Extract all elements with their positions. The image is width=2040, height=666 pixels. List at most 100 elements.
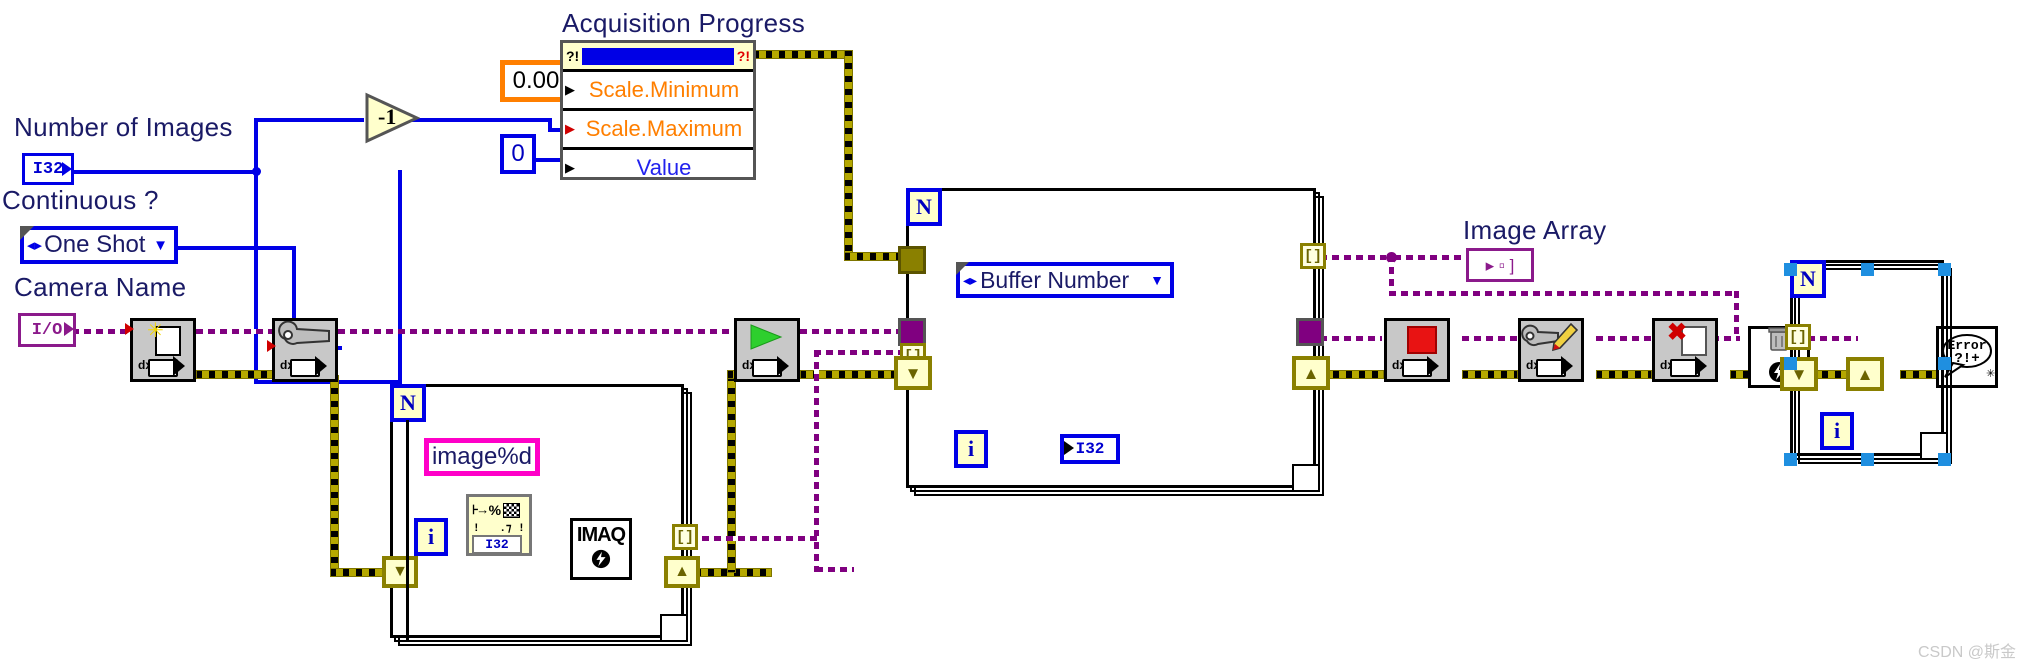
chevron-down-icon: ▼ [153, 236, 168, 254]
bottom-loop-count-terminal[interactable]: N [390, 384, 426, 422]
node-format-into-string[interactable]: ⊦→ % ! .⁊ ! I32 [466, 494, 532, 556]
label-image-array: Image Array [1463, 215, 1607, 245]
selection-handle-tm[interactable] [1861, 263, 1874, 276]
bottom-loop-tunnel-error-out[interactable]: ▲ [664, 556, 700, 588]
selection-handle-bm[interactable] [1861, 453, 1874, 466]
middle-loop-tunnel-error-in[interactable]: ▼ [894, 356, 932, 390]
property-row-scale-maximum[interactable]: ▶ Scale.Maximum [563, 111, 753, 150]
bottom-loop-array-brackets: [] [675, 528, 694, 546]
middle-loop-index-terminal[interactable]: i [954, 430, 988, 468]
right-loop-array-brackets: [] [1788, 328, 1807, 346]
property-value-label: Value [636, 155, 692, 180]
negate-label: -1 [378, 104, 397, 129]
label-acquisition-progress-property: Acquisition Progress [562, 8, 805, 38]
label-number-of-images: Number of Images [14, 112, 233, 142]
wire-num-images-v3 [398, 170, 402, 384]
number-of-images-type: I32 [32, 159, 64, 179]
right-loop-i-label: i [1833, 418, 1841, 443]
buffer-number-corner-flag [956, 262, 969, 275]
format-arg-type: I32 [472, 535, 522, 554]
bottom-for-loop[interactable] [390, 384, 684, 638]
wire-img-stop-uncfg [1462, 336, 1518, 341]
wire-error-bot-up [727, 375, 736, 573]
control-continuous[interactable]: ◂▸ One Shot ▼ [20, 226, 178, 264]
wire-num-images-h1 [70, 170, 260, 174]
shift-register-up-icon: ▲ [674, 563, 690, 580]
right-loop-tunnel-error-out[interactable]: ▲ [1846, 357, 1884, 391]
selection-handle-mr[interactable] [1938, 357, 1951, 370]
control-buffer-number[interactable]: ◂▸ Buffer Number ▼ [956, 262, 1174, 298]
wire-img-cfg-mid [800, 329, 906, 334]
number-of-images-terminal-arrow [62, 162, 72, 176]
vi-imaq-stop[interactable]: dx [1384, 318, 1450, 382]
middle-loop-tunnel-image-out[interactable] [1296, 318, 1324, 346]
selection-handle-ml[interactable] [1784, 357, 1797, 370]
right-loop-tunnel-array-in[interactable]: [] [1785, 324, 1811, 350]
bottom-loop-i-label: i [427, 524, 435, 549]
camera-glyph: dx [138, 356, 186, 377]
wire-imgarray-from-bot [816, 567, 854, 572]
right-loop-n-label: N [1800, 266, 1816, 291]
right-loop-index-terminal[interactable]: i [1820, 412, 1854, 450]
middle-loop-tunnel-image-in[interactable] [898, 318, 926, 346]
vi-imaq-open-camera[interactable]: dx [272, 318, 338, 382]
property-node-acquisition-progress[interactable]: ?! ?! ▶ Scale.Minimum ▶ Scale.Maximum ▶ … [560, 40, 756, 180]
property-row-value[interactable]: ▶ Value [563, 150, 753, 186]
wire-imgarray-right [1389, 291, 1739, 296]
selection-handle-tr[interactable] [1938, 263, 1951, 276]
vi-imaq-write-file[interactable]: IMAQ [570, 518, 632, 580]
vi-imaq-configure-grab[interactable]: dx [734, 318, 800, 382]
vi-imaq-close[interactable]: ✖ dx [1652, 318, 1718, 382]
camera-name-terminal-arrow [64, 322, 74, 336]
svg-text:✳: ✳ [1986, 368, 1995, 380]
selection-handle-bl[interactable] [1784, 453, 1797, 466]
bottom-loop-tunnel-array-out[interactable]: [] [672, 524, 698, 550]
middle-loop-tunnel-array-out[interactable]: [] [1300, 243, 1326, 269]
wire-neg1-out [412, 118, 552, 122]
wire-error-prop-v1 [844, 50, 853, 260]
wire-error-uncfg-close [1596, 370, 1652, 379]
constant-negate-minus-one[interactable]: -1 [364, 92, 421, 144]
property-input-arrow-icon: ▶ [565, 82, 575, 97]
camera-glyph-6: dx [1526, 356, 1574, 377]
property-node-refnum-bar [582, 47, 734, 65]
bottom-loop-index-terminal[interactable]: i [414, 518, 448, 556]
middle-loop-tunnel-error-top[interactable] [898, 246, 926, 274]
constant-scale-value[interactable]: 0 [500, 134, 536, 174]
wire-num-images-v1 [254, 118, 258, 172]
acq-progress-type: I32 [1075, 440, 1105, 458]
chevron-down-icon-2: ▼ [1150, 272, 1164, 288]
bottom-loop-tunnel-error-in[interactable]: ▼ [382, 556, 418, 588]
middle-loop-array-brackets-out: [] [1303, 247, 1322, 265]
vi-imaq-create[interactable]: ✳ dx [130, 318, 196, 382]
red-stop-icon [1387, 321, 1447, 355]
middle-loop-tunnel-error-out[interactable]: ▲ [1292, 356, 1330, 390]
wire-continuous-h1 [174, 246, 296, 250]
wire-error-stop-uncfg [1462, 370, 1518, 379]
middle-loop-n-label: N [916, 194, 932, 219]
block-diagram-canvas: Number of Images Continuous ? Camera Nam… [0, 0, 2040, 666]
camera-name-type: I/O [31, 320, 63, 340]
property-input-arrow-icon-3: ▶ [565, 160, 575, 175]
label-continuous: Continuous ? [2, 185, 159, 215]
middle-loop-fold [1292, 464, 1318, 490]
indicator-image-array[interactable]: ▸ ▫ ] [1466, 248, 1534, 282]
shift-register-up-icon-2: ▲ [1302, 363, 1320, 383]
wire-imgarray-down2 [1734, 291, 1739, 339]
selection-handle-tl[interactable] [1784, 263, 1797, 276]
selection-handle-br[interactable] [1938, 453, 1951, 466]
vi-imaq-unconfigure[interactable]: dx [1518, 318, 1584, 382]
camera-glyph-2: dx [280, 356, 328, 377]
camera-glyph-5: dx [1392, 356, 1440, 377]
image-format-text: image%d [431, 443, 533, 470]
error-out-glyph: ?! [736, 48, 750, 64]
camera-glyph-7: dx [1660, 356, 1708, 377]
svg-text:?!+: ?!+ [1954, 351, 1979, 367]
middle-loop-count-terminal[interactable]: N [906, 188, 942, 226]
acq-progress-terminal-arrow [1064, 441, 1074, 455]
buffer-number-value: Buffer Number [980, 266, 1130, 293]
image-array-glyph: ▸ ▫ ] [1485, 255, 1515, 275]
constant-image-name-format[interactable]: image%d [424, 438, 540, 476]
wire-img-uncfg-close [1596, 336, 1652, 341]
property-row-scale-minimum[interactable]: ▶ Scale.Minimum [563, 72, 753, 111]
